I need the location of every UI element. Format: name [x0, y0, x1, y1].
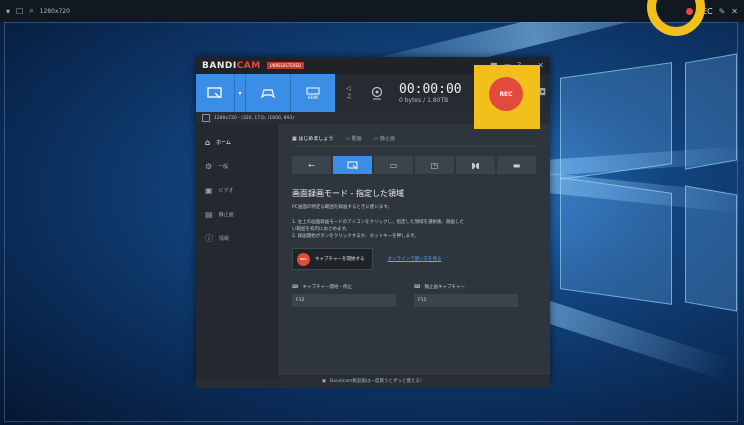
- instruction-step-1-cont: い範囲を枠内におさめます。: [292, 227, 351, 232]
- gear-icon: ⚙: [205, 161, 213, 171]
- recording-timer: 00:00:00 0 bytes / 1.80TB: [399, 81, 462, 104]
- hdmi-label: HDMI: [307, 94, 319, 100]
- mode-selector-row: ← ▭ ◳ ◗◖ ▬: [292, 156, 536, 174]
- close-icon[interactable]: ✕: [731, 7, 738, 16]
- capture-range-text: 1280x720 - (320, 173), (1600, 893): [214, 115, 295, 121]
- rec-button[interactable]: REC: [489, 77, 523, 111]
- section-title: 画面録画モード - 指定した領域: [292, 189, 404, 198]
- sidebar-item-label: ホーム: [216, 139, 231, 146]
- keyboard-icon: ⌨: [292, 284, 299, 290]
- tab-bar: ▦ はじめましょう ▭ 動画 ▭ 静止画: [292, 130, 536, 147]
- sidebar-item-home[interactable]: ⌂ ホーム: [196, 130, 278, 154]
- keyboard-icon: ⌨: [414, 284, 421, 290]
- capture-size-label: 1280x720: [39, 7, 70, 15]
- speaker-icon: ◁: [346, 85, 351, 92]
- file-size: 0 bytes / 1.80TB: [399, 96, 449, 104]
- window-icon[interactable]: ☐: [16, 7, 23, 16]
- gamepad-icon: ◗◖: [471, 160, 480, 170]
- mode-around-mouse-button[interactable]: ◳: [415, 156, 454, 174]
- brand-logo: BANDICAM: [202, 60, 261, 71]
- tab-get-started[interactable]: ▦ はじめましょう: [292, 135, 333, 142]
- microphone-icon: ♫: [346, 93, 352, 100]
- mode-fullscreen-button[interactable]: ▭: [374, 156, 413, 174]
- section-subtitle: PC画面の特定な範囲を録画するときに使います。: [292, 205, 392, 210]
- screen-record-mode-button[interactable]: [196, 74, 234, 112]
- mode-dropdown-button[interactable]: ▾: [234, 74, 245, 112]
- info-icon: ⓘ: [205, 233, 213, 243]
- unregistered-badge[interactable]: UNREGISTERED: [266, 62, 305, 69]
- bandicam-window: BANDICAM UNREGISTERED ■ ▬ ? – ✕ ▾ HDMI ◁…: [196, 57, 550, 388]
- device-record-mode-button[interactable]: HDMI: [290, 74, 335, 112]
- main-content: ▦ はじめましょう ▭ 動画 ▭ 静止画 ← ▭ ◳ ◗◖ ▬ 画面録画モード …: [278, 124, 550, 379]
- gift-icon: ▣: [321, 378, 327, 384]
- webcam-button[interactable]: [363, 74, 391, 112]
- sidebar-item-label: 静止画: [218, 211, 234, 218]
- home-icon: ⌂: [205, 137, 211, 147]
- rect-select-icon: [207, 87, 222, 99]
- hotkey-label: キャプチャー開始・停止: [302, 285, 352, 290]
- mode-game-button[interactable]: ◗◖: [456, 156, 495, 174]
- cursor-area-icon: ◳: [430, 160, 439, 170]
- rec-icon: REC: [297, 252, 310, 266]
- sidebar-item-general[interactable]: ⚙ 一般: [196, 154, 278, 178]
- sidebar: ⌂ ホーム ⚙ 一般 ▣ ビデオ ▤ 静止画 ⓘ 情報: [196, 124, 278, 379]
- tab-video[interactable]: ▭ 動画: [345, 135, 361, 142]
- pencil-icon[interactable]: ✎: [719, 7, 726, 16]
- video-icon: ▣: [205, 185, 213, 195]
- folder-icon: ▭: [345, 135, 351, 142]
- hotkey-screenshot-field[interactable]: F11: [414, 294, 518, 307]
- gamepad-icon: [260, 88, 276, 98]
- arrow-left-icon: ←: [308, 160, 315, 170]
- image-icon: ▤: [205, 209, 213, 219]
- mode-rect-area-button[interactable]: [333, 156, 372, 174]
- sidebar-item-video[interactable]: ▣ ビデオ: [196, 178, 278, 202]
- hotkey-settings: ⌨ キャプチャー開始・停止 F12 ⌨ 静止画キャプチャー F11: [292, 284, 536, 307]
- sidebar-item-label: ビデオ: [218, 187, 234, 194]
- hotkey-start-stop-field[interactable]: F12: [292, 294, 396, 307]
- instruction-step-1: 1. 左上の画面録画モードのアイコンをクリックし、指定した領域を選択後、録画した: [292, 220, 464, 225]
- monitor-icon: ▭: [389, 160, 398, 170]
- webcam-icon: [371, 86, 383, 100]
- timer-value: 00:00:00: [399, 81, 462, 97]
- film-icon: ▦: [292, 135, 297, 142]
- hotkey-screenshot: ⌨ 静止画キャプチャー F11: [414, 284, 518, 307]
- search-icon[interactable]: ⌕: [29, 6, 33, 16]
- speaker-mic-button[interactable]: ◁ ♫: [335, 74, 363, 112]
- start-capture-button[interactable]: REC キャプチャーを開始する: [292, 248, 374, 270]
- hotkey-label: 静止画キャプチャー: [424, 285, 465, 290]
- hdmi-icon: ▬: [512, 160, 521, 170]
- capture-bar: ▾ ☐ ⌕ 1280x720 REC ✎ ✕: [0, 0, 744, 22]
- sidebar-item-image[interactable]: ▤ 静止画: [196, 202, 278, 226]
- game-record-mode-button[interactable]: [245, 74, 290, 112]
- range-checkbox[interactable]: [202, 114, 210, 122]
- rect-select-icon: [347, 161, 357, 169]
- sidebar-item-label: 一般: [218, 163, 229, 170]
- online-help-link[interactable]: オンラインで使い方を見る: [387, 256, 441, 262]
- tab-image[interactable]: ▭ 静止画: [374, 135, 395, 142]
- capture-menu-icon[interactable]: ▾: [6, 7, 10, 16]
- sidebar-item-info[interactable]: ⓘ 情報: [196, 226, 278, 250]
- hotkey-start-stop: ⌨ キャプチャー開始・停止 F12: [292, 284, 396, 307]
- sidebar-item-label: 情報: [219, 235, 230, 242]
- start-capture-label: キャプチャーを開始する: [315, 257, 365, 262]
- mode-device-button[interactable]: ▬: [497, 156, 536, 174]
- back-arrow-button[interactable]: ←: [292, 156, 331, 174]
- instruction-step-2: 2. 録画開始ボタンをクリックするか、ホットキーを押します。: [292, 234, 419, 239]
- folder-icon: ▭: [373, 135, 379, 142]
- hdmi-icon: [306, 87, 320, 94]
- promo-text: Bandicam製品版は一度買うとずっと使える！: [330, 379, 425, 384]
